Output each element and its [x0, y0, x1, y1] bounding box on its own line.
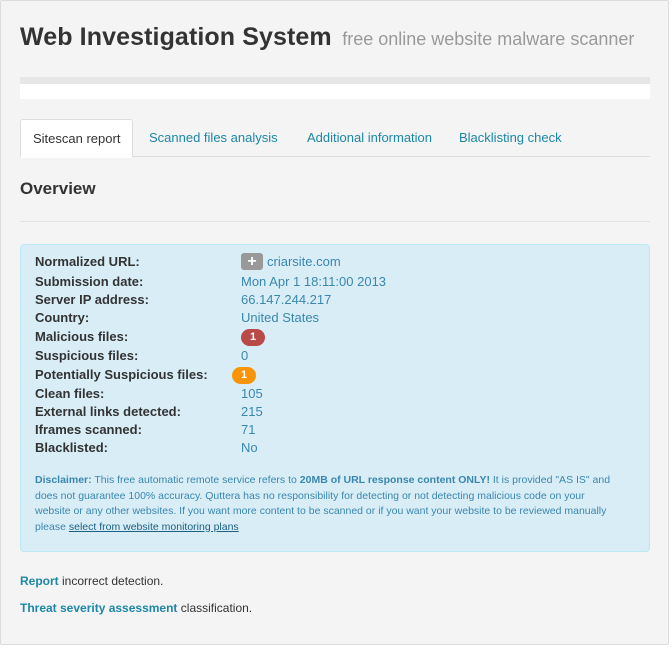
scan-progress-bar [20, 77, 650, 99]
blacklisted-label: Blacklisted: [35, 440, 108, 455]
monitoring-plans-link[interactable]: select from website monitoring plans [69, 521, 239, 533]
threat-severity-text: classification. [177, 601, 253, 615]
submission-date-label: Submission date: [35, 274, 144, 289]
row-clean-files: Clean files: 105 [35, 386, 635, 404]
sitescan-report-panel: Normalized URL: + criarsite.com Submissio… [20, 244, 650, 552]
external-links-label: External links detected: [35, 404, 181, 419]
page-subtitle: free online website malware scanner [342, 29, 635, 49]
report-text: incorrect detection. [58, 574, 164, 588]
normalized-url-value: + criarsite.com [241, 253, 341, 271]
server-ip-value: 66.147.244.217 [241, 292, 332, 307]
external-links-value: 215 [241, 404, 263, 419]
expand-plus-icon[interactable]: + [241, 253, 263, 271]
clean-files-label: Clean files: [35, 386, 105, 401]
row-iframes: Iframes scanned: 71 [35, 422, 635, 440]
report-incorrect-line: Report incorrect detection. [20, 574, 163, 588]
potentially-suspicious-value: 1 [232, 366, 256, 384]
disclaimer-label: Disclaimer: [35, 474, 92, 486]
iframes-label: Iframes scanned: [35, 422, 142, 437]
row-blacklisted: Blacklisted: No [35, 440, 635, 458]
threat-severity-line: Threat severity assessment classificatio… [20, 601, 252, 615]
row-external-links: External links detected: 215 [35, 404, 635, 422]
row-normalized-url: Normalized URL: + criarsite.com [35, 253, 635, 272]
malicious-files-label: Malicious files: [35, 329, 129, 344]
blacklisted-value: No [241, 440, 258, 455]
potentially-suspicious-count-badge[interactable]: 1 [232, 367, 256, 384]
disclaimer-text: Disclaimer: This free automatic remote s… [35, 473, 615, 535]
server-ip-label: Server IP address: [35, 292, 149, 307]
disclaimer-emphasis: 20MB of URL response content ONLY! [299, 474, 490, 486]
malicious-count-badge[interactable]: 1 [241, 329, 265, 346]
overview-heading: Overview [20, 179, 96, 198]
report-link[interactable]: Report [20, 574, 59, 588]
row-country: Country: United States [35, 310, 635, 328]
page-title: Web Investigation System [20, 23, 332, 51]
suspicious-files-value: 0 [241, 348, 249, 363]
suspicious-files-label: Suspicious files: [35, 348, 139, 363]
page-container: Web Investigation System free online web… [0, 0, 669, 645]
row-server-ip: Server IP address: 66.147.244.217 [35, 292, 635, 310]
row-submission-date: Submission date: Mon Apr 1 18:11:00 2013 [35, 274, 635, 292]
clean-files-value: 105 [241, 386, 263, 401]
row-suspicious-files: Suspicious files: 0 [35, 348, 635, 366]
country-value: United States [241, 310, 320, 325]
row-potentially-suspicious: Potentially Suspicious files: 1 [35, 367, 635, 385]
submission-date-value: Mon Apr 1 18:11:00 2013 [241, 274, 387, 289]
normalized-url-link[interactable]: criarsite.com [267, 254, 341, 269]
tab-scanned-files-analysis[interactable]: Scanned files analysis [149, 119, 278, 157]
normalized-url-label: Normalized URL: [35, 254, 140, 269]
potentially-suspicious-label: Potentially Suspicious files: [35, 367, 208, 382]
tab-sitescan-report[interactable]: Sitescan report [20, 119, 134, 158]
tab-additional-information[interactable]: Additional information [307, 119, 432, 157]
page-header: Web Investigation System free online web… [20, 23, 634, 52]
iframes-value: 71 [241, 422, 256, 437]
malicious-files-value: 1 [241, 328, 265, 346]
divider [20, 221, 650, 222]
threat-severity-link[interactable]: Threat severity assessment [20, 601, 177, 615]
country-label: Country: [35, 310, 90, 325]
row-malicious-files: Malicious files: 1 [35, 329, 635, 347]
disclaimer-part-1: This free automatic remote service refer… [91, 474, 300, 486]
tab-blacklisting-check[interactable]: Blacklisting check [459, 119, 562, 157]
report-tabs: Sitescan report Scanned files analysis A… [20, 119, 650, 158]
